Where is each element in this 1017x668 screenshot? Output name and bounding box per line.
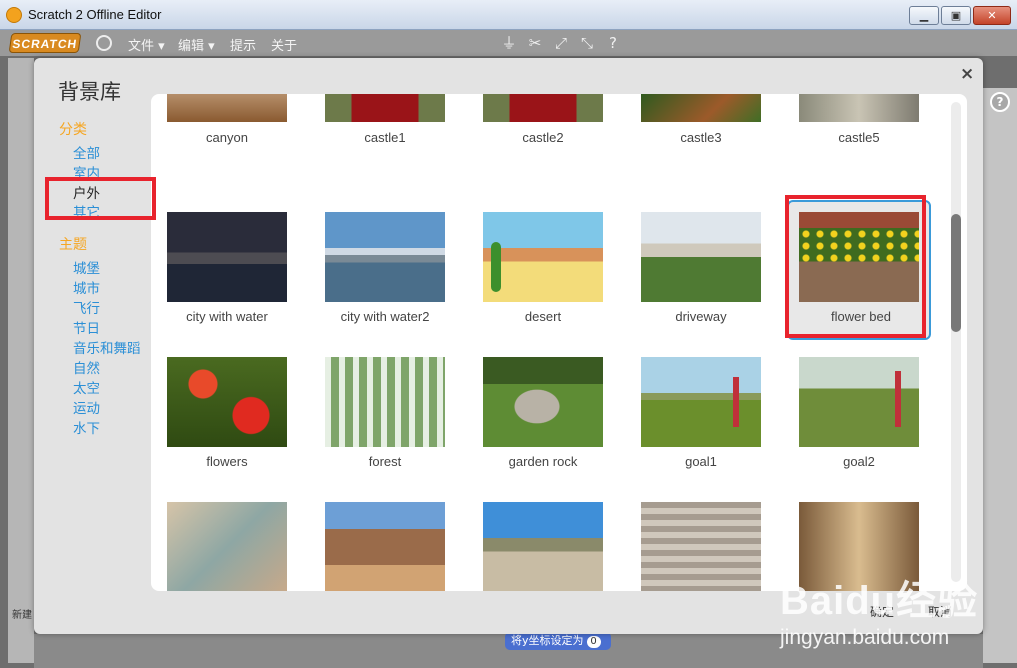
library-item[interactable]: castle2 — [473, 94, 613, 198]
library-item-label: castle2 — [522, 130, 564, 145]
language-globe-icon[interactable] — [96, 35, 112, 51]
library-item[interactable]: castle1 — [315, 94, 455, 198]
library-item[interactable]: castle3 — [631, 94, 771, 198]
new-backdrop-label: 新建 — [12, 610, 32, 621]
duplicate-stamp-icon[interactable]: ⏚ — [500, 34, 518, 52]
castle3-thumbnail — [641, 94, 761, 122]
theme-underwater[interactable]: 水下 — [73, 417, 100, 437]
menu-tips[interactable]: 提示 — [230, 35, 256, 54]
library-item-label: goal1 — [685, 454, 717, 469]
goal1-thumbnail — [641, 357, 761, 447]
set-y-block-value[interactable]: 0 — [586, 636, 601, 648]
dialog-title: 背景库 — [58, 80, 121, 104]
menu-edit[interactable]: 编辑 ▾ — [178, 35, 215, 54]
library-item[interactable]: desert — [473, 203, 613, 343]
row4-thumbnail-4 — [641, 502, 761, 591]
theme-city[interactable]: 城市 — [73, 277, 100, 297]
theme-space[interactable]: 太空 — [73, 377, 100, 397]
library-item[interactable] — [473, 493, 613, 591]
castle1-thumbnail — [325, 94, 445, 122]
shrink-icon[interactable]: ⤡ — [578, 34, 596, 52]
library-item[interactable] — [157, 493, 297, 591]
theme-header: 主题 — [59, 237, 87, 253]
library-item[interactable]: goal2 — [789, 348, 929, 488]
library-item[interactable]: city with water2 — [315, 203, 455, 343]
row4-thumbnail-2 — [325, 502, 445, 591]
theme-flying[interactable]: 飞行 — [73, 297, 100, 317]
category-all[interactable]: 全部 — [73, 142, 100, 162]
goal2-thumbnail — [799, 357, 919, 447]
desert-thumbnail — [483, 212, 603, 302]
library-item-label: canyon — [206, 130, 248, 145]
baidu-watermark-url: jingyan.baidu.com — [780, 626, 950, 649]
library-grid[interactable]: canyon castle1 castle2 castle3 castle5 c… — [151, 94, 967, 591]
help-circle-icon[interactable]: ? — [990, 92, 1010, 112]
library-item-label: goal2 — [843, 454, 875, 469]
set-y-block-label: 将y坐标设定为 — [511, 634, 584, 647]
library-item-label: garden rock — [508, 454, 578, 469]
castle5-thumbnail — [799, 94, 919, 122]
set-y-block[interactable]: 将y坐标设定为 0 — [505, 632, 611, 650]
castle2-thumbnail — [483, 94, 603, 122]
library-item-label: desert — [524, 309, 562, 324]
library-scroll-thumb[interactable] — [951, 214, 961, 332]
menu-file[interactable]: 文件 ▾ — [128, 35, 165, 54]
library-item[interactable]: driveway — [631, 203, 771, 343]
close-window-button[interactable]: ✕ — [973, 6, 1011, 25]
library-item-label: flowers — [206, 454, 248, 469]
library-item[interactable]: canyon — [157, 94, 297, 198]
row4-thumbnail-3 — [483, 502, 603, 591]
scratch-cat-icon — [6, 7, 22, 23]
library-item[interactable] — [315, 493, 455, 591]
library-item-label: castle3 — [680, 130, 722, 145]
minimize-button[interactable]: ▁ — [909, 6, 939, 25]
grow-icon[interactable]: ⤢ — [552, 34, 570, 52]
library-item[interactable]: forest — [315, 348, 455, 488]
library-item-label: castle1 — [364, 130, 406, 145]
theme-castle[interactable]: 城堡 — [73, 257, 100, 277]
theme-holiday[interactable]: 节日 — [73, 317, 100, 337]
theme-nature[interactable]: 自然 — [73, 357, 100, 377]
city-with-water2-thumbnail — [325, 212, 445, 302]
scratch-logo[interactable]: SCRATCH — [8, 33, 82, 53]
menu-about[interactable]: 关于 — [271, 35, 297, 54]
driveway-thumbnail — [641, 212, 761, 302]
window-titlebar: Scratch 2 Offline Editor ▁ ▣ ✕ — [0, 0, 1017, 30]
library-item[interactable]: castle5 — [789, 94, 929, 198]
delete-cut-icon[interactable]: ✂ — [526, 34, 544, 52]
library-item[interactable]: city with water — [157, 203, 297, 343]
background-editor-right — [983, 88, 1017, 663]
theme-sports[interactable]: 运动 — [73, 397, 100, 417]
library-item-label: forest — [368, 454, 402, 469]
category-header: 分类 — [59, 122, 87, 138]
library-scrollbar[interactable] — [951, 102, 961, 582]
library-item[interactable] — [631, 493, 771, 591]
row4-thumbnail-1 — [167, 502, 287, 591]
canyon-thumbnail — [167, 94, 287, 122]
forest-thumbnail — [325, 357, 445, 447]
city-with-water-thumbnail — [167, 212, 287, 302]
highlight-flower-bed — [785, 195, 926, 338]
theme-music-dance[interactable]: 音乐和舞蹈 — [73, 337, 141, 357]
highlight-outdoors-category — [45, 177, 156, 220]
flowers-thumbnail — [167, 357, 287, 447]
library-item-label: driveway — [675, 309, 727, 324]
library-item-label: city with water2 — [340, 309, 430, 324]
library-item-label: city with water — [186, 309, 268, 324]
garden-rock-thumbnail — [483, 357, 603, 447]
maximize-button[interactable]: ▣ — [941, 6, 971, 25]
library-item-label: castle5 — [838, 130, 880, 145]
background-editor-left — [8, 58, 34, 663]
library-item[interactable]: garden rock — [473, 348, 613, 488]
baidu-watermark: Baidu经验 — [780, 579, 979, 623]
help-icon[interactable]: ? — [604, 34, 622, 52]
library-item[interactable]: flowers — [157, 348, 297, 488]
library-item[interactable]: goal1 — [631, 348, 771, 488]
menubar: SCRATCH 文件 ▾ 编辑 ▾ 提示 关于 ⏚ ✂ ⤢ ⤡ ? — [0, 30, 1017, 56]
window-title: Scratch 2 Offline Editor — [28, 7, 162, 22]
backdrop-library-dialog: 背景库 × 分类 全部 室内 户外 其它 主题 城堡 城市 飞行 节日 音乐和舞… — [34, 58, 983, 634]
close-icon[interactable]: × — [960, 64, 974, 84]
